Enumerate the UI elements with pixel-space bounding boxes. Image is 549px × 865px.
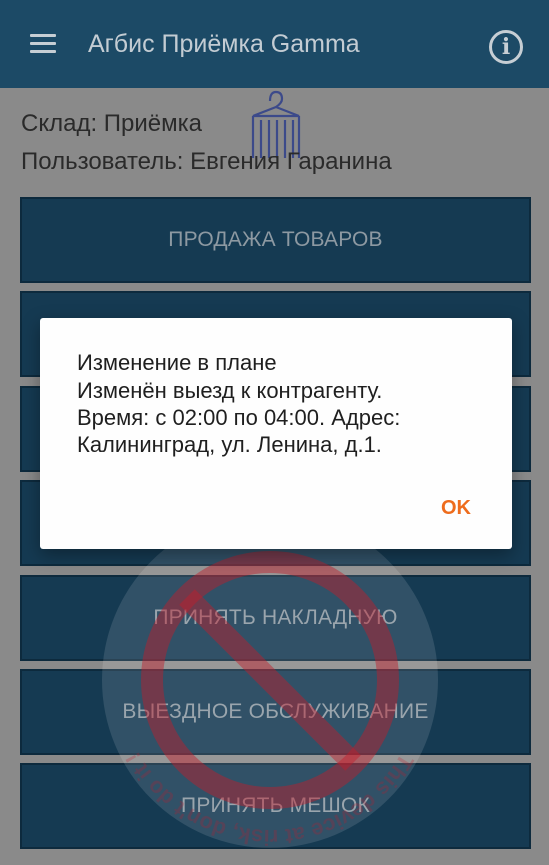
alert-dialog: Изменение в плане Изменён выезд к контра… bbox=[40, 318, 512, 549]
accept-bag-button[interactable]: ПРИНЯТЬ МЕШОК bbox=[20, 763, 531, 849]
warehouse-label: Склад: Приёмка bbox=[21, 110, 203, 137]
hamburger-menu-icon[interactable] bbox=[30, 34, 56, 54]
menu-button-label: ПРИНЯТЬ НАКЛАДНУЮ bbox=[153, 606, 398, 629]
menu-button-label: ВЫЕЗДНОЕ ОБСЛУЖИВАНИЕ bbox=[122, 700, 429, 723]
menu-button-label: ПРОДАЖА ТОВАРОВ bbox=[168, 228, 383, 251]
sell-goods-button[interactable]: ПРОДАЖА ТОВАРОВ bbox=[20, 197, 531, 283]
app-bar: Агбис Приёмка Gamma i bbox=[0, 0, 549, 88]
dialog-message: Изменён выезд к контрагенту. Время: с 02… bbox=[77, 378, 401, 457]
accept-invoice-button[interactable]: ПРИНЯТЬ НАКЛАДНУЮ bbox=[20, 575, 531, 661]
user-label: Пользователь: Евгения Гаранина bbox=[21, 148, 392, 175]
info-icon[interactable]: i bbox=[489, 30, 523, 64]
field-service-button[interactable]: ВЫЕЗДНОЕ ОБСЛУЖИВАНИЕ bbox=[20, 669, 531, 755]
dialog-title: Изменение в плане bbox=[77, 350, 277, 375]
menu-button-label: ПРИНЯТЬ МЕШОК bbox=[181, 794, 370, 817]
app-title: Агбис Приёмка Gamma bbox=[88, 30, 360, 58]
ok-button[interactable]: OK bbox=[420, 490, 492, 526]
